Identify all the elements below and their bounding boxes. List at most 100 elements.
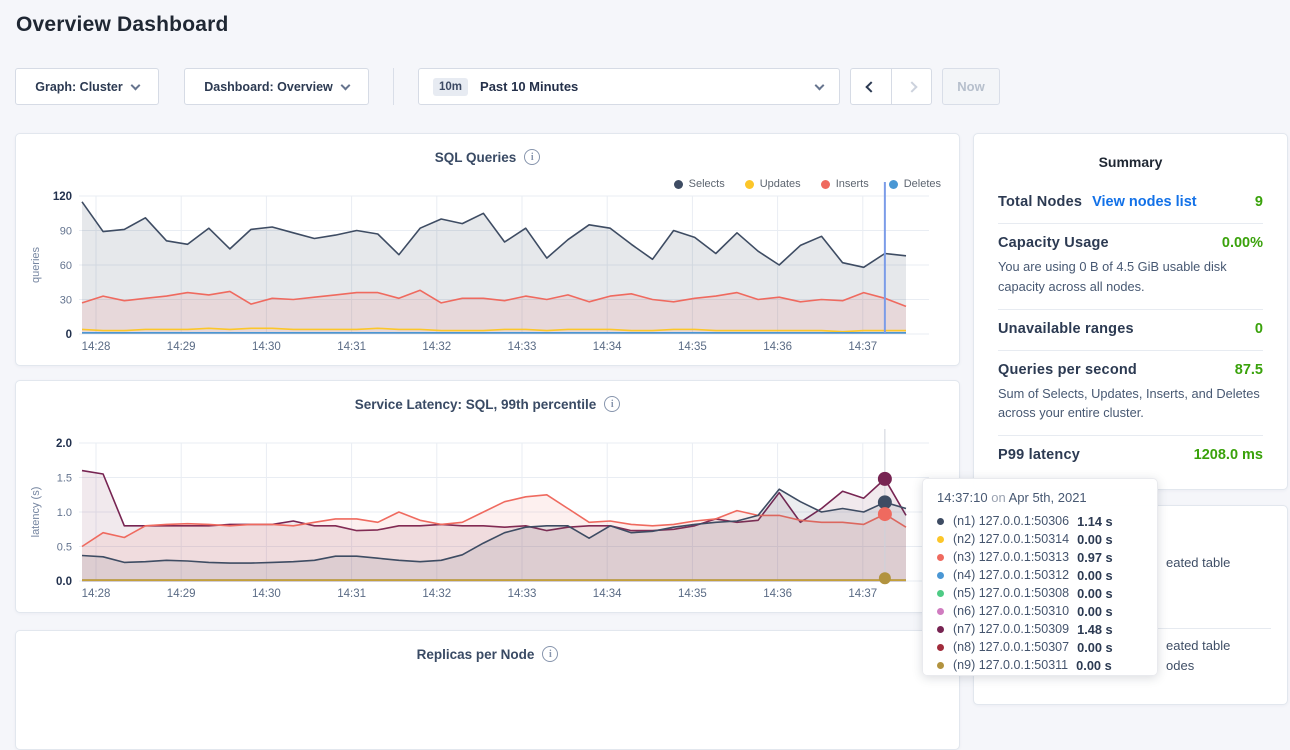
chevron-down-icon bbox=[130, 80, 140, 90]
svg-text:14:37: 14:37 bbox=[848, 341, 877, 353]
graph-dropdown-label: Graph: Cluster bbox=[35, 80, 123, 94]
graph-dropdown[interactable]: Graph: Cluster bbox=[15, 68, 159, 105]
svg-text:14:33: 14:33 bbox=[508, 588, 537, 600]
node-address: (n8) 127.0.0.1:50307 bbox=[953, 640, 1069, 654]
node-address: (n4) 127.0.0.1:50312 bbox=[953, 568, 1069, 582]
svg-text:14:29: 14:29 bbox=[167, 588, 196, 600]
tooltip-timestamp: 14:37:10 on Apr 5th, 2021 bbox=[937, 490, 1143, 505]
svg-text:14:31: 14:31 bbox=[337, 341, 366, 353]
svg-text:2.0: 2.0 bbox=[56, 438, 72, 450]
info-icon[interactable]: i bbox=[542, 646, 558, 662]
event-item-fragment: eated table bbox=[1166, 638, 1230, 653]
tooltip-node-row: (n6) 127.0.0.1:50310 0.00 s bbox=[937, 602, 1143, 620]
time-back-button[interactable] bbox=[851, 69, 891, 104]
node-color-dot-icon bbox=[937, 662, 944, 669]
svg-text:14:36: 14:36 bbox=[763, 588, 792, 600]
total-nodes-value: 9 bbox=[1255, 194, 1263, 210]
qps-label: Queries per second bbox=[998, 362, 1137, 378]
capacity-usage-value: 0.00% bbox=[1222, 235, 1263, 251]
svg-text:14:28: 14:28 bbox=[82, 588, 111, 600]
tooltip-node-row: (n7) 127.0.0.1:503091.48 s bbox=[937, 620, 1143, 638]
event-item-fragment: odes bbox=[1166, 658, 1194, 673]
node-color-dot-icon bbox=[937, 608, 944, 615]
chevron-left-icon bbox=[865, 81, 876, 92]
node-address: (n9) 127.0.0.1:50311 bbox=[953, 658, 1068, 672]
svg-text:14:34: 14:34 bbox=[593, 341, 622, 353]
svg-text:0: 0 bbox=[66, 329, 72, 341]
chevron-right-icon bbox=[906, 81, 917, 92]
unavailable-ranges-value: 0 bbox=[1255, 321, 1263, 337]
tooltip-node-row: (n9) 127.0.0.1:50311 0.00 s bbox=[937, 656, 1143, 674]
svg-text:14:29: 14:29 bbox=[167, 341, 196, 353]
node-address: (n6) 127.0.0.1:50310 bbox=[953, 604, 1069, 618]
node-latency-value: 0.00 s bbox=[1077, 640, 1113, 655]
capacity-usage-label: Capacity Usage bbox=[998, 235, 1109, 251]
p99-latency-label: P99 latency bbox=[998, 447, 1080, 463]
svg-text:30: 30 bbox=[60, 295, 72, 307]
node-color-dot-icon bbox=[937, 572, 944, 579]
capacity-usage-subtext: You are using 0 B of 4.5 GiB usable disk… bbox=[998, 257, 1263, 309]
time-forward-button[interactable] bbox=[891, 69, 931, 104]
svg-text:14:35: 14:35 bbox=[678, 341, 707, 353]
node-color-dot-icon bbox=[937, 644, 944, 651]
node-latency-value: 0.00 s bbox=[1077, 586, 1113, 601]
svg-text:14:32: 14:32 bbox=[422, 341, 451, 353]
svg-text:14:33: 14:33 bbox=[508, 341, 537, 353]
summary-row-total-nodes: Total Nodes View nodes list 9 bbox=[998, 190, 1263, 223]
svg-text:14:34: 14:34 bbox=[593, 588, 622, 600]
node-latency-value: 0.00 s bbox=[1077, 532, 1113, 547]
node-latency-value: 1.48 s bbox=[1077, 622, 1113, 637]
unavailable-ranges-label: Unavailable ranges bbox=[998, 321, 1134, 337]
svg-text:latency (s): latency (s) bbox=[30, 487, 42, 538]
svg-text:1.0: 1.0 bbox=[57, 507, 72, 519]
node-address: (n2) 127.0.0.1:50314 bbox=[953, 532, 1069, 546]
time-range-select[interactable]: 10m Past 10 Minutes bbox=[418, 68, 840, 105]
total-nodes-label: Total Nodes bbox=[998, 194, 1082, 210]
svg-text:14:32: 14:32 bbox=[422, 588, 451, 600]
node-address: (n1) 127.0.0.1:50306 bbox=[953, 514, 1069, 528]
chart-title-replicas-per-node: Replicas per Node bbox=[417, 647, 535, 662]
node-latency-value: 1.14 s bbox=[1077, 514, 1113, 529]
svg-text:60: 60 bbox=[60, 260, 72, 272]
tooltip-node-row: (n1) 127.0.0.1:50306 1.14 s bbox=[937, 512, 1143, 530]
node-color-dot-icon bbox=[937, 536, 944, 543]
view-nodes-list-link[interactable]: View nodes list bbox=[1092, 194, 1197, 210]
node-address: (n5) 127.0.0.1:50308 bbox=[953, 586, 1069, 600]
node-color-dot-icon bbox=[937, 590, 944, 597]
page-title: Overview Dashboard bbox=[16, 13, 229, 37]
qps-value: 87.5 bbox=[1235, 362, 1263, 378]
toolbar: Graph: Cluster Dashboard: Overview 10m P… bbox=[15, 68, 1000, 105]
svg-text:14:36: 14:36 bbox=[763, 341, 792, 353]
summary-row-unavailable-ranges: Unavailable ranges 0 bbox=[998, 310, 1263, 350]
summary-row-p99: P99 latency 1208.0 ms bbox=[998, 436, 1263, 476]
svg-text:120: 120 bbox=[53, 191, 72, 203]
svg-text:0.0: 0.0 bbox=[56, 576, 72, 588]
node-latency-value: 0.00 s bbox=[1077, 604, 1113, 619]
tooltip-node-row: (n2) 127.0.0.1:50314 0.00 s bbox=[937, 530, 1143, 548]
svg-text:14:30: 14:30 bbox=[252, 588, 281, 600]
chevron-down-icon bbox=[340, 80, 350, 90]
svg-text:14:30: 14:30 bbox=[252, 341, 281, 353]
dashboard-dropdown[interactable]: Dashboard: Overview bbox=[184, 68, 369, 105]
node-color-dot-icon bbox=[937, 554, 944, 561]
tooltip-node-row: (n5) 127.0.0.1:50308 0.00 s bbox=[937, 584, 1143, 602]
time-step-buttons bbox=[850, 68, 932, 105]
node-latency-value: 0.00 s bbox=[1076, 658, 1112, 673]
svg-text:0.5: 0.5 bbox=[57, 542, 72, 554]
svg-text:14:28: 14:28 bbox=[82, 341, 111, 353]
tooltip-node-list: (n1) 127.0.0.1:503061.14 s(n2) 127.0.0.1… bbox=[937, 512, 1143, 674]
p99-latency-value: 1208.0 ms bbox=[1194, 447, 1263, 463]
now-button[interactable]: Now bbox=[942, 68, 1000, 105]
tooltip-node-row: (n3) 127.0.0.1:503130.97 s bbox=[937, 548, 1143, 566]
event-item-fragment: eated table bbox=[1166, 555, 1230, 570]
svg-text:90: 90 bbox=[60, 226, 72, 238]
chevron-down-icon bbox=[815, 80, 825, 90]
time-range-badge: 10m bbox=[433, 78, 468, 96]
summary-panel: Summary Total Nodes View nodes list 9 Ca… bbox=[973, 133, 1288, 490]
node-latency-value: 0.97 s bbox=[1077, 550, 1113, 565]
svg-text:14:35: 14:35 bbox=[678, 588, 707, 600]
qps-subtext: Sum of Selects, Updates, Inserts, and De… bbox=[998, 384, 1263, 436]
service-latency-chart-card: Service Latency: SQL, 99th percentile i … bbox=[15, 380, 960, 613]
replicas-per-node-chart-card: Replicas per Node i bbox=[15, 630, 960, 750]
sql-queries-chart-card: SQL Queries i SelectsUpdatesInsertsDelet… bbox=[15, 133, 960, 366]
